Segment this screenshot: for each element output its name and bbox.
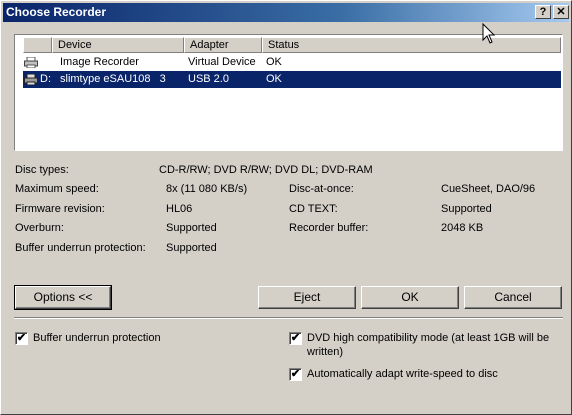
recorder-buffer-label: Recorder buffer:	[289, 222, 369, 234]
cd-text-value: Supported	[441, 203, 492, 215]
buffer-underrun-label: Buffer underrun protection:	[15, 242, 146, 254]
firmware-value: HL06	[166, 203, 193, 215]
device-status: OK	[266, 73, 282, 85]
dvd-compat-label-cont[interactable]: written)	[307, 346, 343, 358]
eject-button[interactable]: Eject	[258, 286, 356, 309]
list-item[interactable]: D: slimtype eSAU108 3 USB 2.0 OK	[23, 71, 561, 88]
device-adapter: Virtual Device	[188, 56, 256, 68]
dvd-compat-checkbox[interactable]: ✔	[289, 332, 302, 345]
help-button[interactable]: ?	[535, 5, 551, 19]
recorder-buffer-value: 2048 KB	[441, 222, 484, 234]
overburn-label: Overburn:	[15, 222, 64, 234]
ok-button[interactable]: OK	[361, 286, 459, 309]
disc-at-once-label: Disc-at-once:	[289, 183, 354, 195]
dvd-compat-label[interactable]: DVD high compatibility mode (at least 1G…	[307, 332, 549, 344]
device-adapter: USB 2.0	[188, 73, 229, 85]
buffer-underrun-option-label[interactable]: Buffer underrun protection	[33, 332, 161, 344]
adapt-speed-label[interactable]: Automatically adapt write-speed to disc	[307, 368, 498, 380]
drive-icon	[24, 74, 38, 85]
device-letter: D:	[40, 73, 51, 85]
buffer-underrun-checkbox[interactable]: ✔	[15, 332, 28, 345]
options-button[interactable]: Options <<	[14, 285, 112, 310]
column-header-icon[interactable]	[23, 37, 52, 53]
recorder-list[interactable]: Device Adapter Status Image Recorder Vir…	[14, 34, 563, 151]
overburn-value: Supported	[166, 222, 217, 234]
device-name: Image Recorder	[60, 56, 139, 68]
max-speed-value: 8x (11 080 KB/s)	[166, 183, 248, 195]
firmware-label: Firmware revision:	[15, 203, 105, 215]
window-title: Choose Recorder	[6, 5, 107, 19]
close-button[interactable]: ✕	[553, 5, 569, 19]
mouse-cursor-icon	[482, 23, 496, 44]
adapt-speed-checkbox[interactable]: ✔	[289, 368, 302, 381]
device-name: slimtype eSAU108 3	[60, 73, 166, 85]
choose-recorder-dialog: Choose Recorder ? ✕ Device Adapter Statu…	[0, 0, 572, 415]
separator	[14, 317, 563, 319]
list-item[interactable]: Image Recorder Virtual Device OK	[23, 54, 561, 71]
title-bar[interactable]: Choose Recorder ? ✕	[3, 3, 569, 22]
max-speed-label: Maximum speed:	[15, 183, 99, 195]
device-status: OK	[266, 56, 282, 68]
disc-types-label: Disc types:	[15, 164, 69, 176]
column-header-status[interactable]: Status	[262, 37, 561, 53]
column-header-adapter[interactable]: Adapter	[184, 37, 262, 53]
disc-at-once-value: CueSheet, DAO/96	[441, 183, 536, 195]
printer-icon	[24, 57, 38, 68]
cancel-button[interactable]: Cancel	[464, 286, 562, 309]
buffer-underrun-value: Supported	[166, 242, 217, 254]
list-header: Device Adapter Status	[23, 37, 561, 53]
cd-text-label: CD TEXT:	[289, 203, 338, 215]
disc-types-value: CD-R/RW; DVD R/RW; DVD DL; DVD-RAM	[159, 164, 373, 176]
column-header-device[interactable]: Device	[52, 37, 184, 53]
